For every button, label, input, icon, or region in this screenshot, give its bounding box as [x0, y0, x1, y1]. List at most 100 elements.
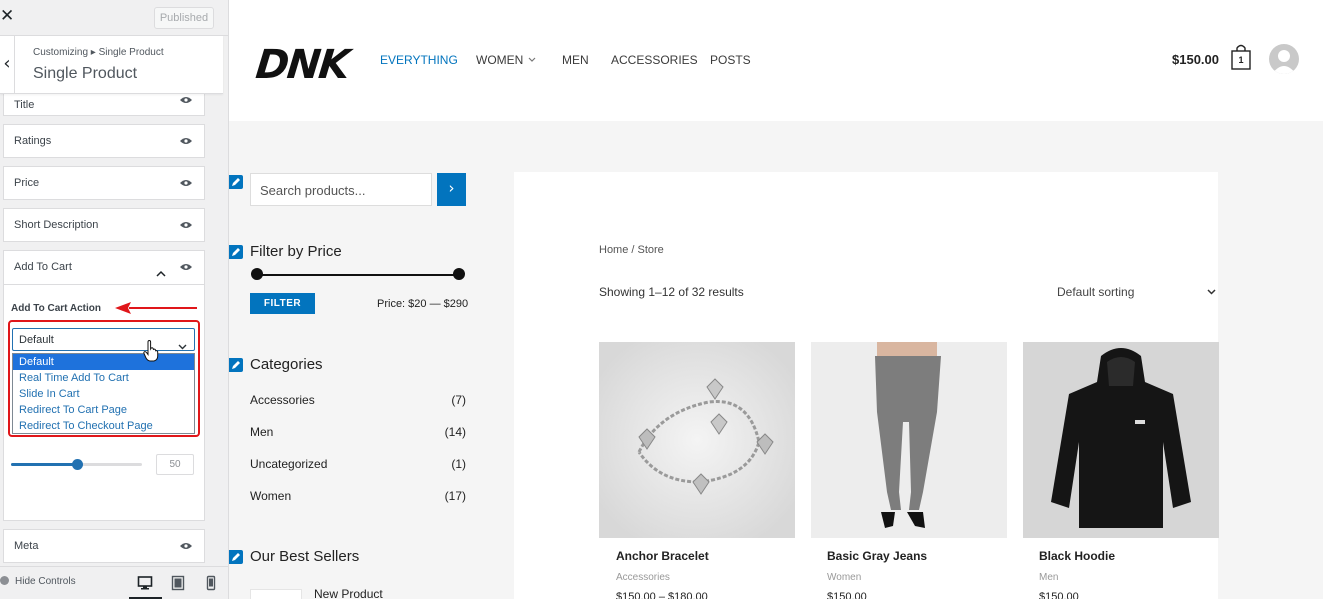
visibility-eye-icon[interactable] — [180, 263, 192, 271]
dropdown-option-default[interactable]: Default — [13, 354, 194, 370]
price-min-handle[interactable] — [251, 268, 263, 280]
dropdown-option-slide-in-cart[interactable]: Slide In Cart — [13, 386, 194, 402]
visibility-eye-icon[interactable] — [180, 221, 192, 229]
slider-handle[interactable] — [72, 459, 83, 470]
customizer-topbar: ✕ Published — [0, 0, 228, 36]
element-item-ratings[interactable]: Ratings — [3, 124, 205, 158]
avatar[interactable] — [1269, 44, 1299, 74]
site-preview: DNK EVERYTHING WOMEN MEN ACCESSORIES POS… — [229, 0, 1323, 599]
edit-pencil-icon[interactable] — [229, 358, 243, 372]
best-seller-name[interactable]: New Product — [314, 587, 383, 599]
product-image-jeans[interactable] — [811, 342, 1007, 538]
back-button[interactable]: ‹ — [0, 36, 15, 93]
section-title: Single Product — [33, 65, 138, 82]
tablet-preview-icon[interactable] — [170, 575, 186, 591]
product-name[interactable]: Anchor Bracelet — [616, 549, 709, 563]
product-name[interactable]: Basic Gray Jeans — [827, 549, 927, 563]
categories-title: Categories — [250, 356, 323, 373]
category-link[interactable]: Men — [250, 425, 273, 439]
category-count: (7) — [451, 393, 466, 407]
site-logo[interactable]: DNK — [254, 42, 351, 88]
nav-everything[interactable]: EVERYTHING — [380, 53, 458, 67]
category-count: (1) — [451, 457, 466, 471]
element-item-label: Add To Cart — [14, 261, 72, 273]
bracelet-image-icon — [599, 342, 795, 538]
hoodie-image-icon — [1023, 342, 1219, 538]
user-avatar-icon — [1272, 50, 1296, 74]
dropdown-option-redirect-checkout[interactable]: Redirect To Checkout Page — [13, 418, 194, 434]
edit-pencil-icon[interactable] — [229, 550, 243, 564]
sorting-select[interactable]: Default sorting — [1057, 285, 1134, 299]
filter-by-price-title: Filter by Price — [250, 243, 342, 260]
select-value: Default — [19, 334, 54, 346]
chevron-up-icon[interactable] — [156, 264, 166, 277]
hide-controls-button[interactable]: Hide Controls — [0, 576, 76, 587]
annotation-arrow-icon — [115, 302, 197, 314]
category-link[interactable]: Accessories — [250, 393, 315, 407]
collapse-icon — [0, 576, 9, 585]
quantity-slider[interactable] — [11, 459, 142, 470]
price-max-handle[interactable] — [453, 268, 465, 280]
add-to-cart-action-select[interactable]: Default — [12, 328, 195, 351]
edit-pencil-icon[interactable] — [229, 245, 243, 259]
desktop-preview-icon[interactable] — [137, 575, 153, 591]
hide-controls-label: Hide Controls — [15, 576, 76, 587]
price-range-track[interactable] — [257, 274, 459, 276]
nav-women-label: WOMEN — [476, 53, 524, 67]
add-to-cart-action-label: Add To Cart Action — [11, 303, 101, 314]
publish-button[interactable]: Published — [154, 7, 214, 29]
chevron-down-icon — [178, 337, 187, 350]
product-image-bracelet[interactable] — [599, 342, 795, 538]
price-range-text: Price: $20 — $290 — [377, 298, 469, 310]
element-item-label: Price — [14, 177, 40, 189]
element-item-label: Title — [14, 99, 35, 111]
customizer-breadcrumb: Customizing ▸ Single Product — [33, 47, 164, 58]
element-item-short-description[interactable]: Short Description — [3, 208, 205, 242]
dropdown-option-redirect-cart[interactable]: Redirect To Cart Page — [13, 402, 194, 418]
best-seller-thumbnail[interactable] — [250, 589, 302, 599]
mobile-preview-icon[interactable] — [203, 575, 219, 591]
cart-count: 1 — [1238, 55, 1244, 65]
visibility-eye-icon[interactable] — [180, 179, 192, 187]
chevron-down-icon — [528, 57, 536, 62]
nav-men[interactable]: MEN — [562, 53, 589, 67]
nav-posts[interactable]: POSTS — [710, 53, 751, 67]
shop-main: Home / Store Showing 1–12 of 32 results … — [514, 172, 1219, 599]
search-submit-button[interactable]: › — [437, 173, 466, 206]
category-count: (14) — [444, 425, 466, 439]
edit-pencil-icon[interactable] — [229, 175, 243, 189]
category-link[interactable]: Women — [250, 489, 291, 503]
product-search-input[interactable]: Search products... — [250, 173, 432, 206]
product-price: $150.00 – $180.00 — [616, 591, 708, 599]
category-count: (17) — [444, 489, 466, 503]
add-to-cart-header[interactable]: Add To Cart — [4, 251, 204, 285]
hand-cursor-icon — [143, 340, 159, 362]
dropdown-option-real-time[interactable]: Real Time Add To Cart — [13, 370, 194, 386]
product-image-hoodie[interactable] — [1023, 342, 1219, 538]
customizer-footer: Hide Controls — [0, 566, 228, 599]
element-item-label: Meta — [14, 540, 39, 552]
select-dropdown-list: Default Real Time Add To Cart Slide In C… — [12, 353, 195, 434]
product-category: Women — [827, 572, 862, 583]
product-category: Accessories — [616, 572, 670, 583]
breadcrumb[interactable]: Home / Store — [599, 244, 664, 256]
visibility-eye-icon[interactable] — [180, 96, 192, 104]
cart-total[interactable]: $150.00 — [1172, 52, 1219, 67]
slider-fill — [11, 463, 77, 466]
customizer-sidebar: ✕ Published ‹ Customizing ▸ Single Produ… — [0, 0, 229, 599]
slider-value-input[interactable]: 50 — [156, 454, 194, 475]
visibility-eye-icon[interactable] — [180, 542, 192, 550]
element-item-price[interactable]: Price — [3, 166, 205, 200]
chevron-down-icon[interactable] — [1207, 289, 1216, 295]
section-header: ‹ Customizing ▸ Single Product Single Pr… — [0, 36, 223, 94]
product-name[interactable]: Black Hoodie — [1039, 549, 1115, 563]
product-category: Men — [1039, 572, 1059, 583]
nav-women[interactable]: WOMEN — [476, 53, 536, 67]
visibility-eye-icon[interactable] — [180, 137, 192, 145]
category-link[interactable]: Uncategorized — [250, 457, 327, 471]
filter-button[interactable]: FILTER — [250, 293, 315, 314]
nav-accessories[interactable]: ACCESSORIES — [611, 53, 698, 67]
element-item-meta[interactable]: Meta — [3, 529, 205, 563]
result-count: Showing 1–12 of 32 results — [599, 285, 744, 299]
close-customizer-button[interactable]: ✕ — [0, 6, 14, 26]
